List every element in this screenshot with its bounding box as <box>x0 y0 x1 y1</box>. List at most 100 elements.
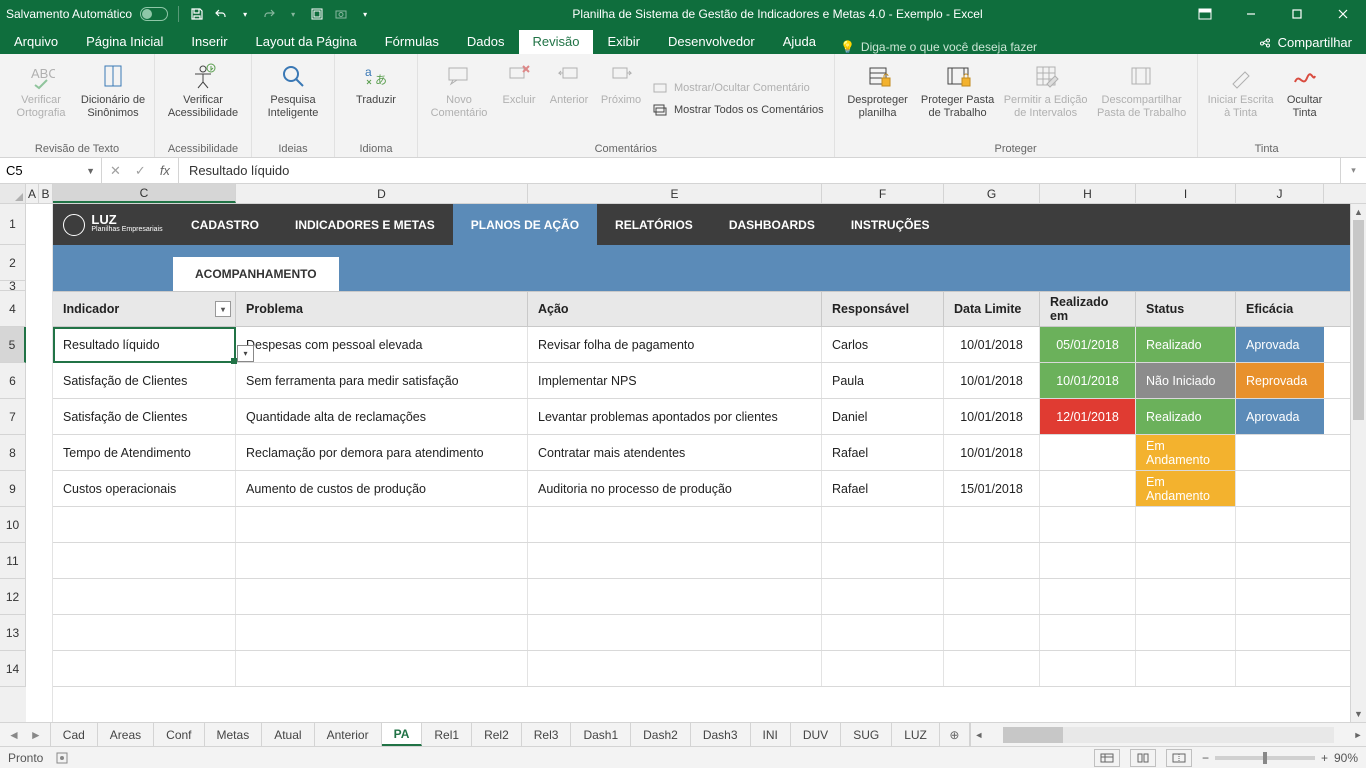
col-H[interactable]: H <box>1040 184 1136 203</box>
col-B[interactable]: B <box>39 184 53 203</box>
nav-instrucoes[interactable]: INSTRUÇÕES <box>833 204 948 245</box>
delete-comment-button[interactable]: Excluir <box>496 58 542 141</box>
translate-button[interactable]: aあTraduzir <box>341 58 411 141</box>
subtab-acompanhamento[interactable]: ACOMPANHAMENTO <box>173 257 339 291</box>
sheet-tab-Dash3[interactable]: Dash3 <box>691 723 751 746</box>
col-E[interactable]: E <box>528 184 822 203</box>
camera-icon[interactable] <box>333 6 349 22</box>
sheet-tab-Metas[interactable]: Metas <box>205 723 263 746</box>
hscroll-right-icon[interactable]: ► <box>1350 730 1366 740</box>
smart-lookup-button[interactable]: Pesquisa Inteligente <box>258 58 328 141</box>
share-button[interactable]: Compartilhar <box>1244 31 1366 54</box>
tab-formulas[interactable]: Fórmulas <box>371 30 453 54</box>
hscroll-thumb[interactable] <box>1003 727 1063 743</box>
nav-cadastro[interactable]: CADASTRO <box>173 204 277 245</box>
tab-view[interactable]: Exibir <box>593 30 654 54</box>
autosave-toggle[interactable] <box>140 7 168 21</box>
th-problema[interactable]: Problema <box>236 292 528 326</box>
tab-home[interactable]: Página Inicial <box>72 30 177 54</box>
table-row[interactable]: Custos operacionaisAumento de custos de … <box>53 471 1350 507</box>
th-limite[interactable]: Data Limite <box>944 292 1040 326</box>
table-row[interactable] <box>53 651 1350 687</box>
row-2[interactable]: 2 <box>0 245 26 281</box>
th-realizado[interactable]: Realizado em <box>1040 292 1136 326</box>
nav-relatorios[interactable]: RELATÓRIOS <box>597 204 711 245</box>
row-14[interactable]: 14 <box>0 651 26 687</box>
col-A[interactable]: A <box>26 184 39 203</box>
col-D[interactable]: D <box>236 184 528 203</box>
show-all-comments-button[interactable]: Mostrar Todos os Comentários <box>648 101 828 121</box>
grid[interactable]: LUZPlanilhas Empresariais CADASTRO INDIC… <box>26 204 1350 722</box>
unshare-workbook-button[interactable]: Descompartilhar Pasta de Trabalho <box>1093 58 1191 141</box>
expand-formula-bar-icon[interactable]: ▾ <box>1340 158 1366 183</box>
macro-record-icon[interactable] <box>55 751 69 765</box>
zoom-slider[interactable] <box>1215 756 1315 760</box>
sheet-tab-Cad[interactable]: Cad <box>51 723 98 746</box>
row-5[interactable]: 5 <box>0 327 26 363</box>
close-button[interactable] <box>1320 0 1366 28</box>
prev-comment-button[interactable]: Anterior <box>544 58 594 141</box>
row-6[interactable]: 6 <box>0 363 26 399</box>
normal-view-button[interactable] <box>1094 749 1120 767</box>
ribbon-options-icon[interactable] <box>1182 0 1228 28</box>
name-box[interactable]: C5▼ <box>0 158 102 183</box>
sheet-tab-Rel1[interactable]: Rel1 <box>422 723 472 746</box>
table-row[interactable]: Tempo de AtendimentoReclamação por demor… <box>53 435 1350 471</box>
tab-insert[interactable]: Inserir <box>177 30 241 54</box>
sheet-tab-Rel2[interactable]: Rel2 <box>472 723 522 746</box>
hscroll-left-icon[interactable]: ◄ <box>971 730 987 740</box>
tab-layout[interactable]: Layout da Página <box>242 30 371 54</box>
col-I[interactable]: I <box>1136 184 1236 203</box>
minimize-button[interactable] <box>1228 0 1274 28</box>
tab-help[interactable]: Ajuda <box>769 30 830 54</box>
tab-data[interactable]: Dados <box>453 30 519 54</box>
row-9[interactable]: 9 <box>0 471 26 507</box>
sheet-tab-SUG[interactable]: SUG <box>841 723 892 746</box>
sheet-nav[interactable]: ◄► <box>0 723 51 746</box>
next-comment-button[interactable]: Próximo <box>596 58 646 141</box>
maximize-button[interactable] <box>1274 0 1320 28</box>
zoom-in-icon[interactable]: + <box>1321 751 1328 765</box>
th-indicador[interactable]: Indicador▾ <box>53 292 236 326</box>
save-icon[interactable] <box>189 6 205 22</box>
sheet-prev-icon[interactable]: ◄ <box>8 728 20 742</box>
sheet-tab-Areas[interactable]: Areas <box>98 723 154 746</box>
col-F[interactable]: F <box>822 184 944 203</box>
undo-dropdown-icon[interactable]: ▾ <box>237 6 253 22</box>
horizontal-scrollbar[interactable]: ◄ ► <box>970 723 1366 746</box>
accept-formula-icon[interactable]: ✓ <box>135 163 146 179</box>
sheet-tab-Dash2[interactable]: Dash2 <box>631 723 691 746</box>
th-responsavel[interactable]: Responsável <box>822 292 944 326</box>
table-row[interactable] <box>53 507 1350 543</box>
scroll-down-icon[interactable]: ▼ <box>1351 706 1366 722</box>
th-eficacia[interactable]: Eficácia <box>1236 292 1324 326</box>
nav-dashboards[interactable]: DASHBOARDS <box>711 204 833 245</box>
allow-edit-ranges-button[interactable]: Permitir a Edição de Intervalos <box>1001 58 1091 141</box>
sheet-tab-Conf[interactable]: Conf <box>154 723 204 746</box>
scroll-up-icon[interactable]: ▲ <box>1351 204 1366 220</box>
nav-planos[interactable]: PLANOS DE AÇÃO <box>453 204 597 245</box>
tell-me-input[interactable]: 💡 Diga-me o que você deseja fazer <box>830 40 1047 54</box>
qat-customize-icon[interactable]: ▾ <box>357 6 373 22</box>
table-row[interactable]: Satisfação de ClientesSem ferramenta par… <box>53 363 1350 399</box>
accessibility-button[interactable]: Verificar Acessibilidade <box>161 58 245 141</box>
page-break-view-button[interactable] <box>1166 749 1192 767</box>
sheet-tab-Atual[interactable]: Atual <box>262 723 314 746</box>
table-row[interactable]: Satisfação de ClientesQuantidade alta de… <box>53 399 1350 435</box>
start-inking-button[interactable]: Iniciar Escrita à Tinta <box>1204 58 1278 141</box>
tab-file[interactable]: Arquivo <box>0 30 72 54</box>
unprotect-sheet-button[interactable]: Desproteger planilha <box>841 58 915 141</box>
formula-input[interactable]: Resultado líquido <box>179 158 1340 183</box>
zoom-out-icon[interactable]: − <box>1202 751 1209 765</box>
table-row[interactable] <box>53 615 1350 651</box>
sheet-tab-INI[interactable]: INI <box>751 723 791 746</box>
tab-review[interactable]: Revisão <box>519 30 594 54</box>
cell-dropdown-icon[interactable]: ▾ <box>237 345 254 362</box>
redo-dropdown-icon[interactable]: ▾ <box>285 6 301 22</box>
zoom-level[interactable]: 90% <box>1334 751 1358 765</box>
sheet-tab-DUV[interactable]: DUV <box>791 723 841 746</box>
select-all-corner[interactable] <box>0 184 26 203</box>
new-comment-button[interactable]: Novo Comentário <box>424 58 494 141</box>
thesaurus-button[interactable]: Dicionário de Sinônimos <box>78 58 148 141</box>
row-12[interactable]: 12 <box>0 579 26 615</box>
